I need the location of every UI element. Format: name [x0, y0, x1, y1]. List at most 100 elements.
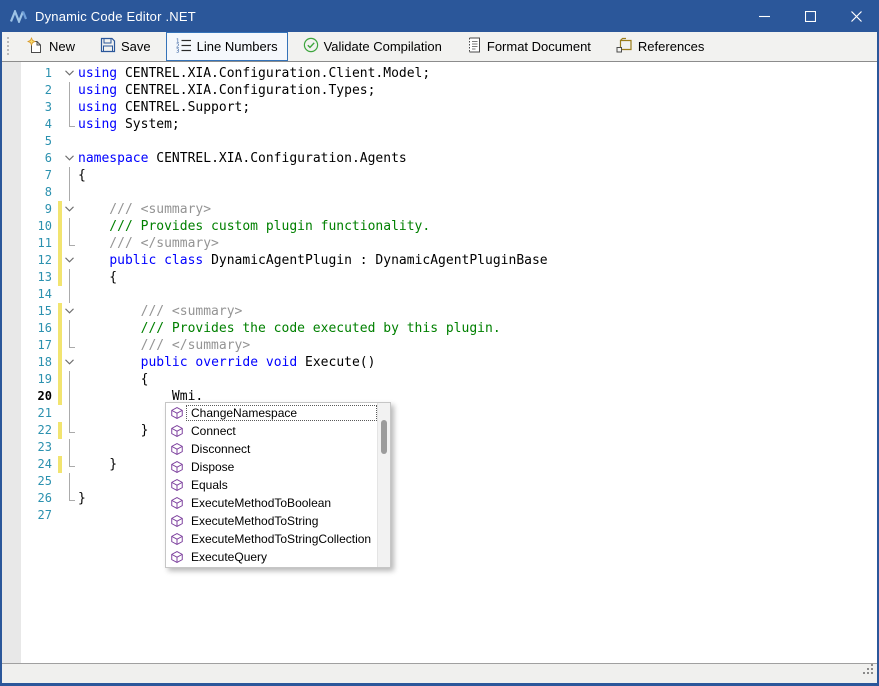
line-number[interactable]: 24: [2, 456, 56, 473]
line-number[interactable]: 1: [2, 65, 56, 82]
completion-item[interactable]: Equals: [166, 476, 377, 494]
toolbar-grip[interactable]: [6, 37, 11, 57]
code-text[interactable]: /// <summary>: [78, 201, 211, 218]
new-button-label: New: [49, 39, 75, 54]
minimize-button[interactable]: [741, 0, 787, 32]
code-line: 22 }: [2, 422, 877, 439]
completion-item[interactable]: ExecuteMethodToString: [166, 512, 377, 530]
maximize-button[interactable]: [787, 0, 833, 32]
line-number[interactable]: 15: [2, 303, 56, 320]
save-button[interactable]: Save: [90, 32, 161, 61]
code-text[interactable]: {: [78, 269, 117, 286]
outline-guide: [62, 473, 78, 490]
collapse-chevron-icon[interactable]: [62, 65, 78, 82]
code-text[interactable]: {: [78, 371, 148, 388]
line-number[interactable]: 9: [2, 201, 56, 218]
line-number[interactable]: 10: [2, 218, 56, 235]
code-text[interactable]: /// </summary>: [78, 235, 219, 252]
code-editor[interactable]: 1 using CENTREL.XIA.Configuration.Client.…: [2, 61, 877, 664]
line-number[interactable]: 11: [2, 235, 56, 252]
line-number[interactable]: 25: [2, 473, 56, 490]
line-number[interactable]: 21: [2, 405, 56, 422]
validate-compilation-button[interactable]: Validate Compilation: [293, 32, 452, 61]
line-number[interactable]: 23: [2, 439, 56, 456]
method-icon: [170, 532, 184, 546]
popup-scrollbar-thumb[interactable]: [381, 420, 387, 454]
resize-grip-icon[interactable]: [862, 662, 874, 680]
code-line: 13 {: [2, 269, 877, 286]
code-text[interactable]: public override void Execute(): [78, 354, 375, 371]
completion-item-label: ExecuteQuery: [186, 549, 377, 565]
outline-guide: [62, 405, 78, 422]
collapse-chevron-icon[interactable]: [62, 303, 78, 320]
validate-compilation-icon: [303, 37, 319, 56]
collapse-chevron-icon[interactable]: [62, 354, 78, 371]
code-text[interactable]: {: [78, 167, 86, 184]
completion-item[interactable]: Connect: [166, 422, 377, 440]
code-text[interactable]: using CENTREL.XIA.Configuration.Client.M…: [78, 65, 430, 82]
completion-item[interactable]: Disconnect: [166, 440, 377, 458]
code-text[interactable]: }: [78, 490, 86, 507]
completion-item[interactable]: ExecuteQuery: [166, 548, 377, 566]
popup-scrollbar[interactable]: [377, 403, 390, 567]
completion-item-label: Equals: [186, 477, 377, 493]
line-number[interactable]: 20: [2, 388, 56, 405]
code-line: 21: [2, 405, 877, 422]
collapse-chevron-icon[interactable]: [62, 150, 78, 167]
line-numbers-toggle-label: Line Numbers: [197, 39, 278, 54]
outline-margin: [62, 507, 78, 524]
line-number[interactable]: 16: [2, 320, 56, 337]
line-numbers-toggle[interactable]: 1 2 3 Line Numbers: [166, 32, 288, 61]
code-line: 14: [2, 286, 877, 303]
outline-guide: [62, 371, 78, 388]
line-number[interactable]: 26: [2, 490, 56, 507]
line-number[interactable]: 12: [2, 252, 56, 269]
line-number[interactable]: 7: [2, 167, 56, 184]
line-number[interactable]: 22: [2, 422, 56, 439]
line-number[interactable]: 14: [2, 286, 56, 303]
format-document-button[interactable]: Format Document: [457, 32, 601, 61]
line-number[interactable]: 3: [2, 99, 56, 116]
line-number[interactable]: 8: [2, 184, 56, 201]
line-number[interactable]: 6: [2, 150, 56, 167]
code-text[interactable]: /// Provides custom plugin functionality…: [78, 218, 430, 235]
line-number[interactable]: 4: [2, 116, 56, 133]
code-text[interactable]: namespace CENTREL.XIA.Configuration.Agen…: [78, 150, 407, 167]
outline-guide: [62, 218, 78, 235]
collapse-chevron-icon[interactable]: [62, 201, 78, 218]
code-text[interactable]: using CENTREL.XIA.Configuration.Types;: [78, 82, 375, 99]
method-icon: [170, 496, 184, 510]
references-button[interactable]: References: [606, 32, 714, 61]
code-text[interactable]: /// Provides the code executed by this p…: [78, 320, 501, 337]
outline-margin: [62, 133, 78, 150]
line-number[interactable]: 2: [2, 82, 56, 99]
code-text[interactable]: public class DynamicAgentPlugin : Dynami…: [78, 252, 548, 269]
collapse-chevron-icon[interactable]: [62, 252, 78, 269]
outline-guide: [62, 269, 78, 286]
line-number[interactable]: 18: [2, 354, 56, 371]
close-button[interactable]: [833, 0, 879, 32]
code-text[interactable]: using System;: [78, 116, 180, 133]
outline-guide: [62, 99, 78, 116]
code-text[interactable]: /// <summary>: [78, 303, 242, 320]
completion-item[interactable]: ChangeNamespace: [166, 404, 377, 422]
code-line: 16 /// Provides the code executed by thi…: [2, 320, 877, 337]
code-text[interactable]: }: [78, 456, 117, 473]
completion-item[interactable]: ExecuteMethodToStringCollection: [166, 530, 377, 548]
line-number[interactable]: 19: [2, 371, 56, 388]
completion-item[interactable]: ExecuteMethodToBoolean: [166, 494, 377, 512]
app-window: Dynamic Code Editor .NET New: [0, 0, 879, 686]
completion-list: ChangeNamespaceConnectDisconnectDisposeE…: [166, 403, 377, 567]
line-number[interactable]: 5: [2, 133, 56, 150]
line-number[interactable]: 17: [2, 337, 56, 354]
line-number[interactable]: 27: [2, 507, 56, 524]
line-number[interactable]: 13: [2, 269, 56, 286]
completion-item[interactable]: Dispose: [166, 458, 377, 476]
code-text[interactable]: using CENTREL.Support;: [78, 99, 250, 116]
code-line: 10 /// Provides custom plugin functional…: [2, 218, 877, 235]
window-title: Dynamic Code Editor .NET: [35, 9, 196, 24]
code-text[interactable]: /// </summary>: [78, 337, 250, 354]
code-text[interactable]: }: [78, 422, 148, 439]
new-button[interactable]: New: [17, 32, 85, 62]
completion-popup: ChangeNamespaceConnectDisconnectDisposeE…: [165, 402, 391, 568]
